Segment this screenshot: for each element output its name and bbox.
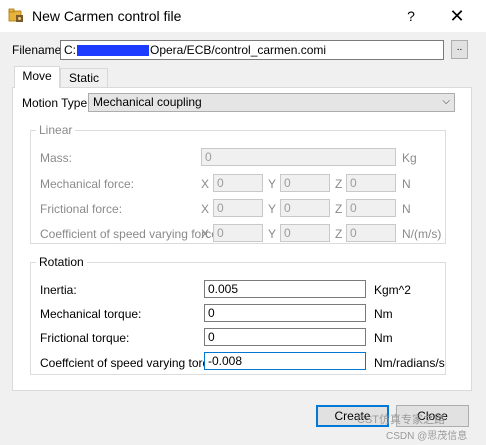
- speed-varying-force-z[interactable]: 0: [346, 224, 396, 242]
- axis-x-label: X: [201, 227, 210, 241]
- frictional-torque-label: Frictional torque:: [40, 331, 130, 345]
- motion-type-label: Motion Type:: [22, 96, 91, 110]
- speed-varying-force-x[interactable]: 0: [213, 224, 263, 242]
- filename-suffix: Opera/ECB/control_carmen.comi: [150, 43, 327, 57]
- speed-varying-force-unit: N/(m/s): [402, 227, 442, 241]
- frictional-force-unit: N: [402, 202, 411, 216]
- rotation-group-title: Rotation: [36, 255, 87, 269]
- close-window-button[interactable]: ✕: [441, 4, 473, 28]
- inertia-unit: Kgm^2: [374, 283, 411, 297]
- title-bar: New Carmen control file ? ✕: [0, 0, 486, 32]
- mechanical-force-label: Mechanical force:: [40, 177, 135, 191]
- inertia-label: Inertia:: [40, 283, 77, 297]
- help-button[interactable]: ?: [395, 4, 427, 28]
- axis-x-label: X: [201, 202, 210, 216]
- folder-lock-icon: [8, 8, 23, 22]
- mechanical-torque-label: Mechanical torque:: [40, 307, 142, 321]
- motion-type-select[interactable]: Mechanical coupling ⌵: [88, 93, 455, 112]
- axis-y-label: Y: [268, 202, 277, 216]
- mechanical-torque-unit: Nm: [374, 307, 393, 321]
- mechanical-force-y[interactable]: 0: [280, 174, 330, 192]
- axis-z-label: Z: [335, 177, 343, 191]
- redacted-path: [77, 45, 149, 57]
- axis-x-label: X: [201, 177, 210, 191]
- mechanical-force-unit: N: [402, 177, 411, 191]
- filename-label: Filename:: [12, 43, 65, 57]
- mass-input[interactable]: 0: [201, 148, 396, 166]
- mechanical-force-x[interactable]: 0: [213, 174, 263, 192]
- watermark-text: CST仿真专家之路: [357, 414, 445, 426]
- motion-type-value: Mechanical coupling: [93, 95, 202, 109]
- speed-varying-force-y[interactable]: 0: [280, 224, 330, 242]
- browse-button[interactable]: ..: [451, 40, 468, 59]
- inertia-input[interactable]: 0.005: [204, 280, 366, 298]
- window-title: New Carmen control file: [32, 8, 182, 24]
- frictional-force-y[interactable]: 0: [280, 199, 330, 217]
- axis-z-label: Z: [335, 202, 343, 216]
- mass-label: Mass:: [40, 151, 73, 165]
- speed-varying-torque-input[interactable]: -0.008: [204, 352, 366, 370]
- frictional-torque-input[interactable]: 0: [204, 328, 366, 346]
- chevron-down-icon: ⌵: [442, 96, 450, 107]
- frictional-force-z[interactable]: 0: [346, 199, 396, 217]
- filename-input[interactable]: C: Opera/ECB/control_carmen.comi: [60, 40, 444, 60]
- axis-y-label: Y: [268, 227, 277, 241]
- axis-z-label: Z: [335, 227, 343, 241]
- mechanical-force-z[interactable]: 0: [346, 174, 396, 192]
- watermark-source: CSDN @思茂信息: [386, 431, 468, 442]
- mechanical-torque-input[interactable]: 0: [204, 304, 366, 322]
- tab-move[interactable]: Move: [14, 66, 60, 88]
- frictional-force-label: Frictional force:: [40, 202, 123, 216]
- mass-unit: Kg: [402, 151, 417, 165]
- tab-static[interactable]: Static: [60, 68, 108, 88]
- linear-group-title: Linear: [36, 123, 76, 137]
- frictional-torque-unit: Nm: [374, 331, 393, 345]
- axis-y-label: Y: [268, 177, 277, 191]
- speed-varying-torque-unit: Nm/radians/s: [374, 356, 445, 370]
- filename-prefix: C:: [64, 43, 76, 57]
- frictional-force-x[interactable]: 0: [213, 199, 263, 217]
- speed-varying-force-label: Coefficient of speed varying force:: [40, 227, 222, 241]
- speed-varying-torque-label: Coeffcient of speed varying torque:: [40, 356, 226, 370]
